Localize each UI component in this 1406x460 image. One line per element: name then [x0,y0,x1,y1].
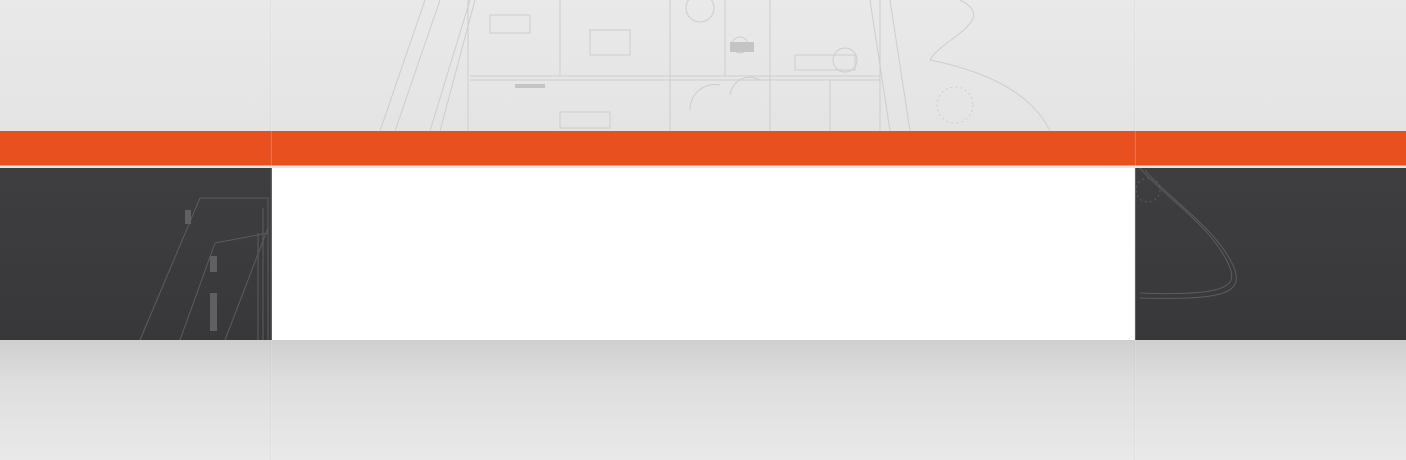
header-banner [0,0,1406,131]
accent-bar [0,131,1406,166]
content-panel [272,168,1135,340]
page [0,0,1406,460]
footer-band [0,340,1406,460]
floor-plan-illustration [379,0,1051,131]
